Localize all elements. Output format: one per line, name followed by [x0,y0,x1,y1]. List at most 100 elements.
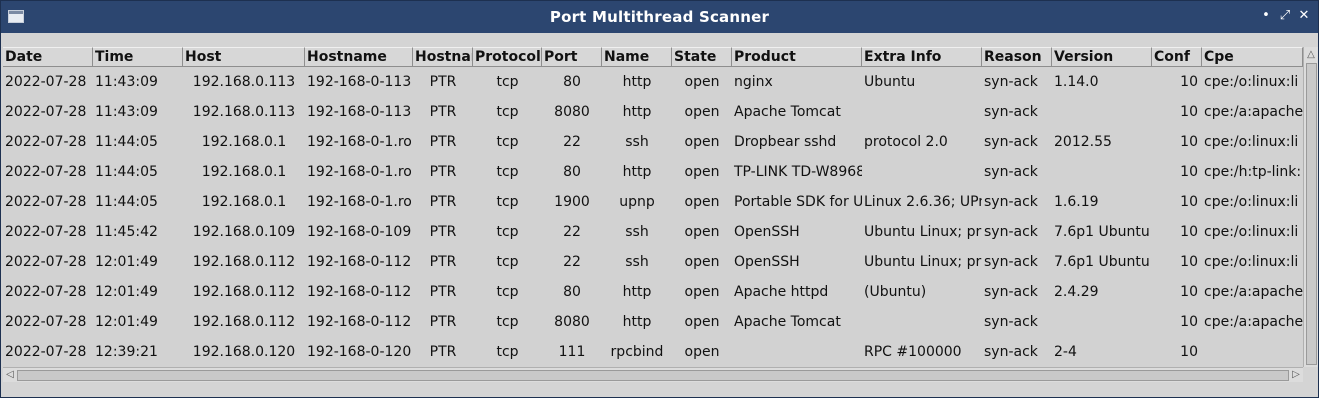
cell-version [1052,97,1152,127]
column-header-conf[interactable]: Conf [1152,47,1202,67]
column-header-port[interactable]: Port [542,47,602,67]
cell-conf: 10 [1180,194,1198,210]
cell-name: ssh [625,224,649,240]
cell-hostname-type: PTR [429,134,457,150]
cell-product: nginx [734,74,773,90]
cell-date: 2022-07-28 [5,344,87,360]
cell-protocol: tcp [496,104,519,120]
column-header-protocol[interactable]: Protocol [473,47,542,67]
cell-extra-info [862,157,982,187]
cell-time: 11:45:42 [95,224,158,240]
cell-hostname: 192-168-0-1.ro [307,164,412,180]
cell-hostname: 192-168-0-112 [307,284,412,300]
title-bar[interactable]: Port Multithread Scanner • ⤢ ✕ [1,1,1318,33]
cell-date: 2022-07-28 [5,314,87,330]
cell-hostname: 192-168-0-109 [307,224,412,240]
column-header-product[interactable]: Product [732,47,862,67]
cell-name: http [622,284,652,300]
horizontal-scrollbar[interactable]: ◁ ▷ [3,367,1303,382]
cell-hostname: 192-168-0-112 [307,314,412,330]
cell-state: open [684,164,720,180]
cell-date: 2022-07-28 [5,254,87,270]
column-header-version[interactable]: Version [1052,47,1152,67]
table-row[interactable]: 2022-07-28 11:45:42 192.168.0.109 192-168-0… [3,217,1303,247]
cell-reason: syn-ack [984,74,1038,90]
cell-hostname: 192-168-0-112 [307,254,412,270]
cell-port: 8080 [554,314,590,330]
cell-protocol: tcp [496,344,519,360]
column-header-host[interactable]: Host [183,47,305,67]
cell-host: 192.168.0.1 [201,194,287,210]
horizontal-scroll-thumb[interactable] [17,370,1289,381]
cell-protocol: tcp [496,134,519,150]
cell-hostname: 192-168-0-1.ro [307,194,412,210]
cell-time: 12:01:49 [95,314,158,330]
cell-version [1052,307,1152,337]
cell-state: open [684,134,720,150]
cell-name: upnp [619,194,655,210]
cell-date: 2022-07-28 [5,164,87,180]
table-row[interactable]: 2022-07-28 11:44:05 192.168.0.1 192-168-0-1… [3,157,1303,187]
cell-host: 192.168.0.1 [201,134,287,150]
cell-version [1052,157,1152,187]
table-row[interactable]: 2022-07-28 12:01:49 192.168.0.112 192-168-0… [3,277,1303,307]
table-row[interactable]: 2022-07-28 11:43:09 192.168.0.113 192-168-0… [3,67,1303,97]
column-header-state[interactable]: State [672,47,732,67]
cell-port: 22 [563,134,581,150]
close-icon[interactable]: ✕ [1295,7,1313,25]
cell-product [732,337,862,367]
cell-cpe: cpe:/o:linux:li [1204,134,1299,150]
column-header-hostname[interactable]: Hostname [305,47,413,67]
table-row[interactable]: 2022-07-28 12:01:49 192.168.0.112 192-168-0… [3,307,1303,337]
minimize-icon[interactable]: • [1257,7,1275,25]
scroll-left-icon[interactable]: ◁ [3,368,17,382]
table-row[interactable]: 2022-07-28 12:39:21 192.168.0.120 192-168-0… [3,337,1303,367]
cell-protocol: tcp [496,224,519,240]
cell-time: 11:44:05 [95,194,158,210]
cell-name: rpcbind [610,344,664,360]
scroll-up-icon[interactable]: △ [1305,48,1317,62]
cell-cpe: cpe:/a:apache [1204,284,1303,300]
vertical-scrollbar[interactable]: △ [1303,47,1318,367]
cell-reason: syn-ack [984,344,1038,360]
scanner-window: Port Multithread Scanner • ⤢ ✕ Date Time H… [0,0,1319,398]
cell-name: http [622,314,652,330]
cell-conf: 10 [1180,104,1198,120]
cell-date: 2022-07-28 [5,224,87,240]
scroll-right-icon[interactable]: ▷ [1289,368,1303,382]
results-table[interactable]: DateTimeHostHostnameHostnameProtocolPort… [3,47,1303,367]
cell-host: 192.168.0.120 [192,344,296,360]
cell-time: 12:39:21 [95,344,158,360]
cell-host: 192.168.0.1 [201,164,287,180]
cell-hostname-type: PTR [429,224,457,240]
cell-extra-info [862,307,982,337]
maximize-icon[interactable]: ⤢ [1276,7,1294,25]
column-header-date[interactable]: Date [3,47,93,67]
table-header: DateTimeHostHostnameHostnameProtocolPort… [3,47,1303,67]
table-row[interactable]: 2022-07-28 11:43:09 192.168.0.113 192-168-0… [3,97,1303,127]
cell-port: 22 [563,224,581,240]
cell-extra-info: protocol 2.0 [864,134,948,150]
column-header-hostname-type[interactable]: Hostname [413,47,473,67]
cell-conf: 10 [1180,254,1198,270]
column-header-extra-info[interactable]: Extra Info [862,47,982,67]
cell-name: http [622,74,652,90]
cell-date: 2022-07-28 [5,74,87,90]
cell-host: 192.168.0.112 [192,254,296,270]
cell-cpe: cpe:/o:linux:li [1204,254,1299,270]
column-header-reason[interactable]: Reason [982,47,1052,67]
cell-product: OpenSSH [734,254,800,270]
column-header-time[interactable]: Time [93,47,183,67]
column-header-name[interactable]: Name [602,47,672,67]
table-row[interactable]: 2022-07-28 11:44:05 192.168.0.1 192-168-0-1… [3,187,1303,217]
window-title: Port Multithread Scanner [549,8,770,26]
column-header-cpe[interactable]: Cpe [1202,47,1303,67]
cell-product: Apache Tomcat [734,314,841,330]
vertical-scroll-thumb[interactable] [1306,63,1317,365]
table-row[interactable]: 2022-07-28 11:44:05 192.168.0.1 192-168-0-1… [3,127,1303,157]
cell-version: 2-4 [1054,344,1077,360]
cell-time: 11:44:05 [95,164,158,180]
cell-conf: 10 [1180,344,1198,360]
cell-conf: 10 [1180,74,1198,90]
table-row[interactable]: 2022-07-28 12:01:49 192.168.0.112 192-168-0… [3,247,1303,277]
